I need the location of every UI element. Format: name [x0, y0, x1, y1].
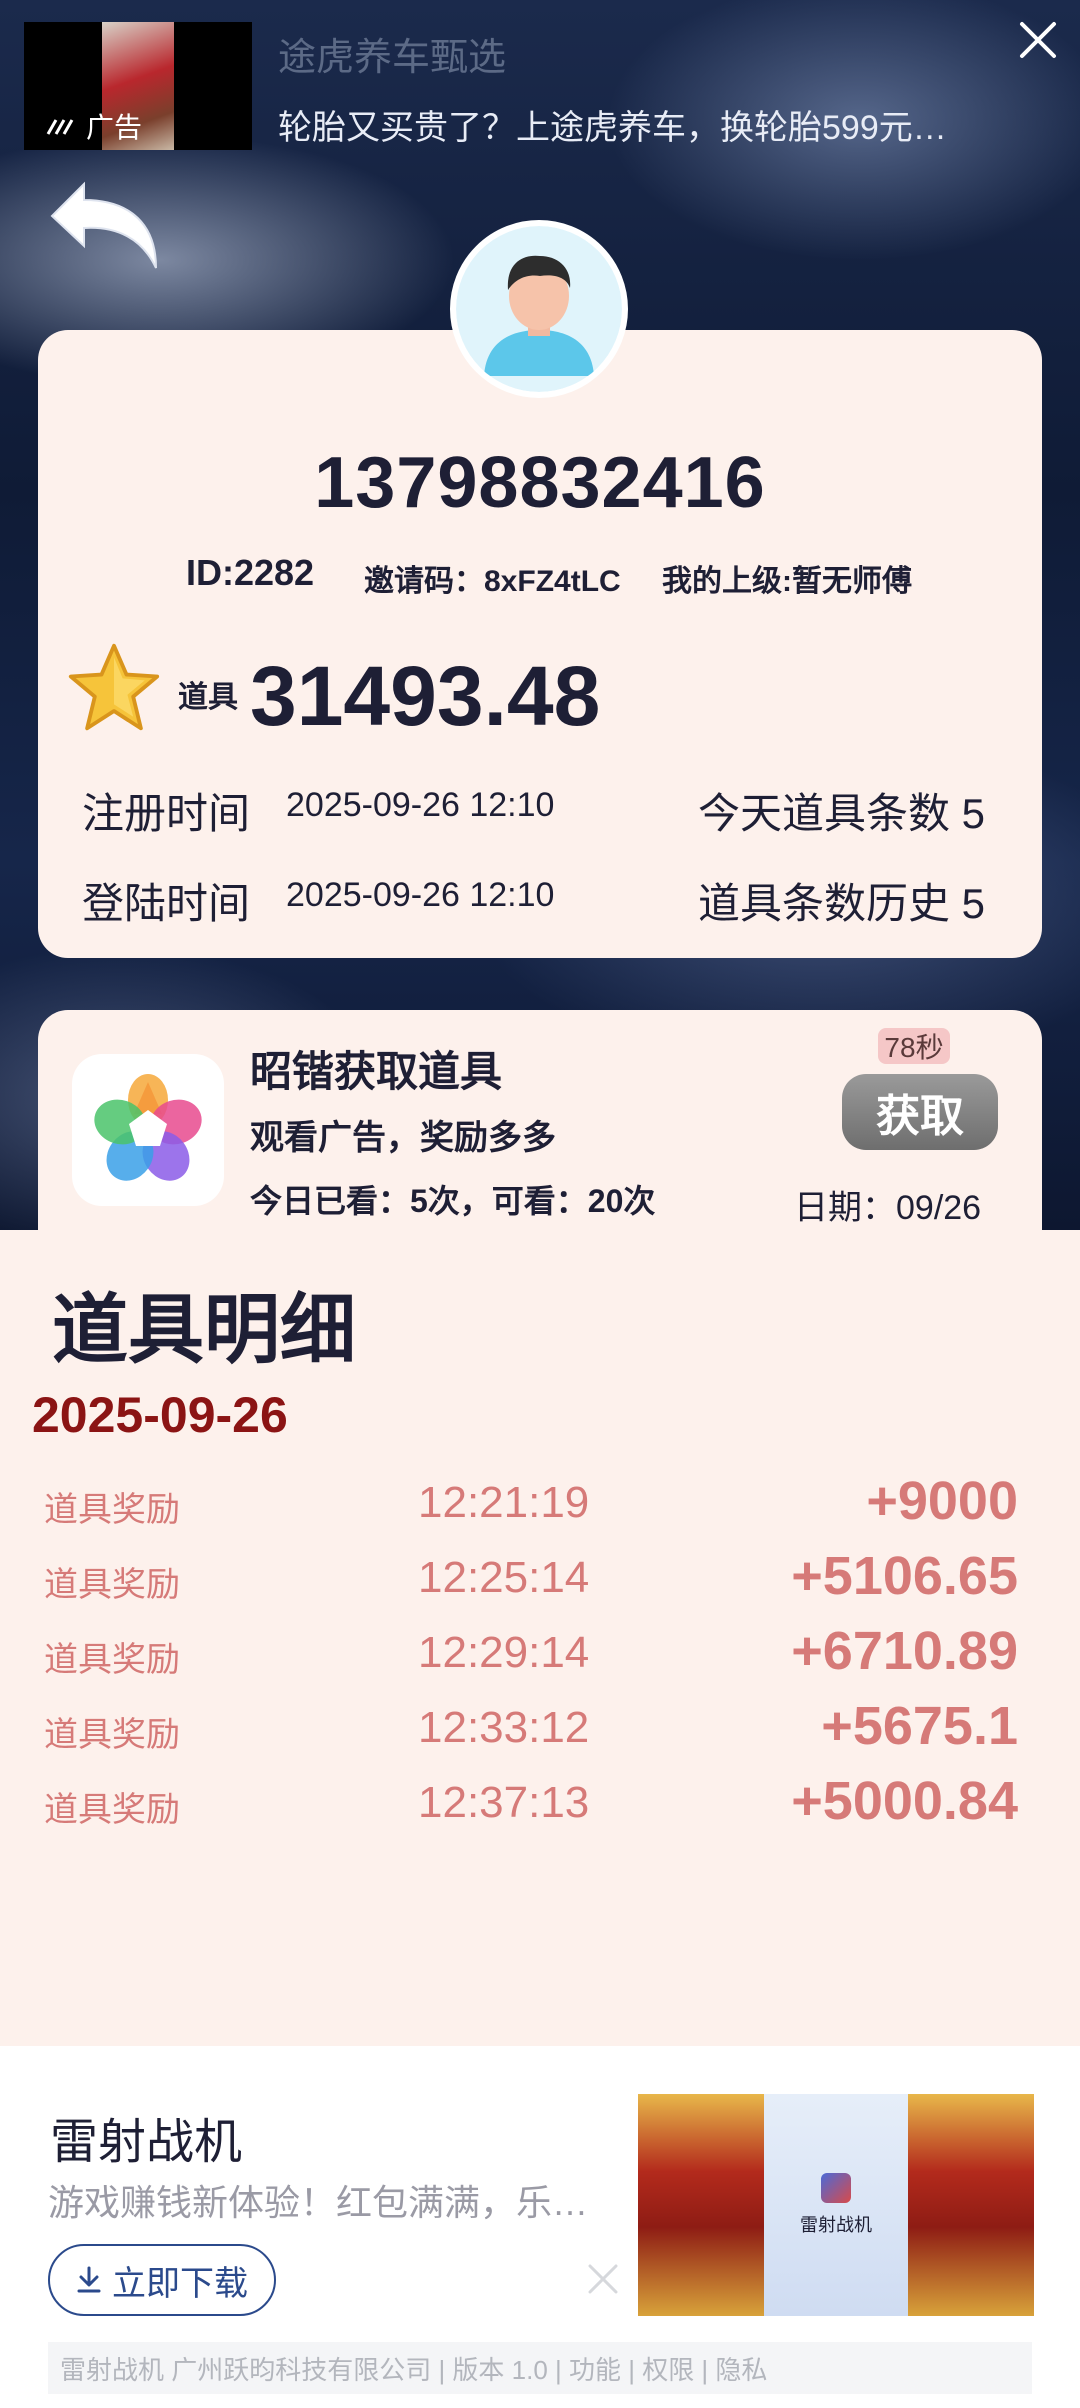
detail-time: 12:33:12	[418, 1703, 590, 1752]
ad-badge: 广告	[46, 106, 142, 146]
close-icon[interactable]	[1016, 18, 1060, 62]
detail-row: 道具奖励 12:21:19 +9000	[0, 1470, 1080, 1545]
detail-label: 道具奖励	[44, 1791, 180, 1829]
download-button[interactable]: 立即下载	[48, 2244, 276, 2316]
profile-card: 13798832416 ID:2282 邀请码：8xFZ4tLC 我的上级:暂无…	[38, 330, 1042, 958]
detail-row: 道具奖励 12:33:12 +5675.1	[0, 1695, 1080, 1770]
ad-brand[interactable]: 途虎养车甄选	[278, 26, 506, 81]
bottom-ad-footer[interactable]: 雷射战机 广州跃昀科技有限公司 | 版本 1.0 | 功能 | 权限 | 隐私	[48, 2342, 1032, 2394]
detail-date: 2025-09-26	[32, 1387, 288, 1443]
login-label: 登陆时间	[82, 880, 251, 927]
game-banner-middle: 雷射战机	[764, 2094, 908, 2316]
detail-amount: +6710.89	[791, 1621, 1018, 1681]
bottom-ad-desc: 游戏赚钱新体验！红包满满，乐…	[48, 2182, 588, 2223]
prop-label: 道具	[178, 681, 238, 714]
task-subtitle: 观看广告，奖励多多	[250, 1119, 556, 1157]
task-date: 日期：09/26	[794, 1189, 982, 1227]
detail-list: 道具奖励 12:21:19 +9000 道具奖励 12:25:14 +5106.…	[0, 1470, 1080, 1845]
task-title: 昭锴获取道具	[250, 1048, 503, 1095]
detail-label: 道具奖励	[44, 1641, 180, 1679]
task-card: 昭锴获取道具 观看广告，奖励多多 今日已看：5次，可看：20次 78秒 获取 日…	[38, 1010, 1042, 1230]
prop-value: 31493.48	[250, 649, 601, 743]
bottom-ad-images[interactable]: 雷射战机	[638, 2094, 1034, 2316]
register-time: 2025-09-26 12:10	[286, 786, 555, 824]
superior: 我的上级:暂无师傅	[662, 565, 912, 598]
download-label: 立即下载	[112, 2264, 248, 2303]
app-icon	[72, 1054, 224, 1206]
back-arrow-icon[interactable]	[44, 160, 174, 290]
star-icon	[68, 643, 160, 731]
detail-title: 道具明细	[52, 1288, 356, 1373]
invite-code[interactable]: 邀请码：8xFZ4tLC	[364, 556, 621, 600]
register-label: 注册时间	[82, 790, 251, 837]
phone-number: 13798832416	[314, 443, 766, 523]
download-icon	[77, 2266, 101, 2293]
detail-amount: +5675.1	[821, 1696, 1018, 1756]
detail-time: 12:21:19	[418, 1478, 590, 1527]
game-banner-text: 雷射战机	[800, 2215, 872, 2235]
game-banner-left	[638, 2094, 764, 2316]
detail-amount: +5106.65	[791, 1546, 1018, 1606]
detail-row: 道具奖励 12:29:14 +6710.89	[0, 1620, 1080, 1695]
detail-label: 道具奖励	[44, 1716, 180, 1754]
bottom-ad-title: 雷射战机	[50, 2116, 243, 2169]
detail-amount: +9000	[866, 1471, 1018, 1531]
bottom-ad[interactable]: 雷射战机 游戏赚钱新体验！红包满满，乐… 立即下载 雷射战机 雷射战机 广州跃昀…	[0, 2046, 1080, 2408]
user-id: ID:2282	[186, 552, 315, 593]
ad-label: 广告	[86, 112, 143, 143]
detail-amount: +5000.84	[791, 1771, 1018, 1831]
detail-time: 12:29:14	[418, 1628, 590, 1677]
detail-time: 12:25:14	[418, 1553, 590, 1602]
ad-text[interactable]: 轮胎又买贵了？上途虎养车，换轮胎599元…	[278, 100, 998, 149]
detail-row: 道具奖励 12:25:14 +5106.65	[0, 1545, 1080, 1620]
login-time: 2025-09-26 12:10	[286, 876, 555, 914]
task-count: 今日已看：5次，可看：20次	[250, 1183, 656, 1219]
get-button[interactable]: 获取	[842, 1074, 998, 1150]
pinwheel-icon	[94, 1074, 202, 1181]
close-icon[interactable]	[586, 2262, 620, 2296]
today-count: 今天道具条数 5	[698, 790, 986, 837]
detail-time: 12:37:13	[418, 1778, 590, 1827]
detail-label: 道具奖励	[44, 1566, 180, 1604]
timer-badge: 78秒	[878, 1028, 950, 1064]
avatar	[450, 220, 628, 398]
history-count: 道具条数历史 5	[698, 880, 986, 927]
detail-row: 道具奖励 12:37:13 +5000.84	[0, 1770, 1080, 1845]
ad-logo-icon	[46, 119, 74, 135]
avatar-icon	[456, 226, 622, 392]
game-banner-right	[908, 2094, 1034, 2316]
detail-label: 道具奖励	[44, 1491, 180, 1529]
ad-thumbnail[interactable]: 广告	[24, 22, 252, 150]
game-icon	[821, 2173, 851, 2203]
